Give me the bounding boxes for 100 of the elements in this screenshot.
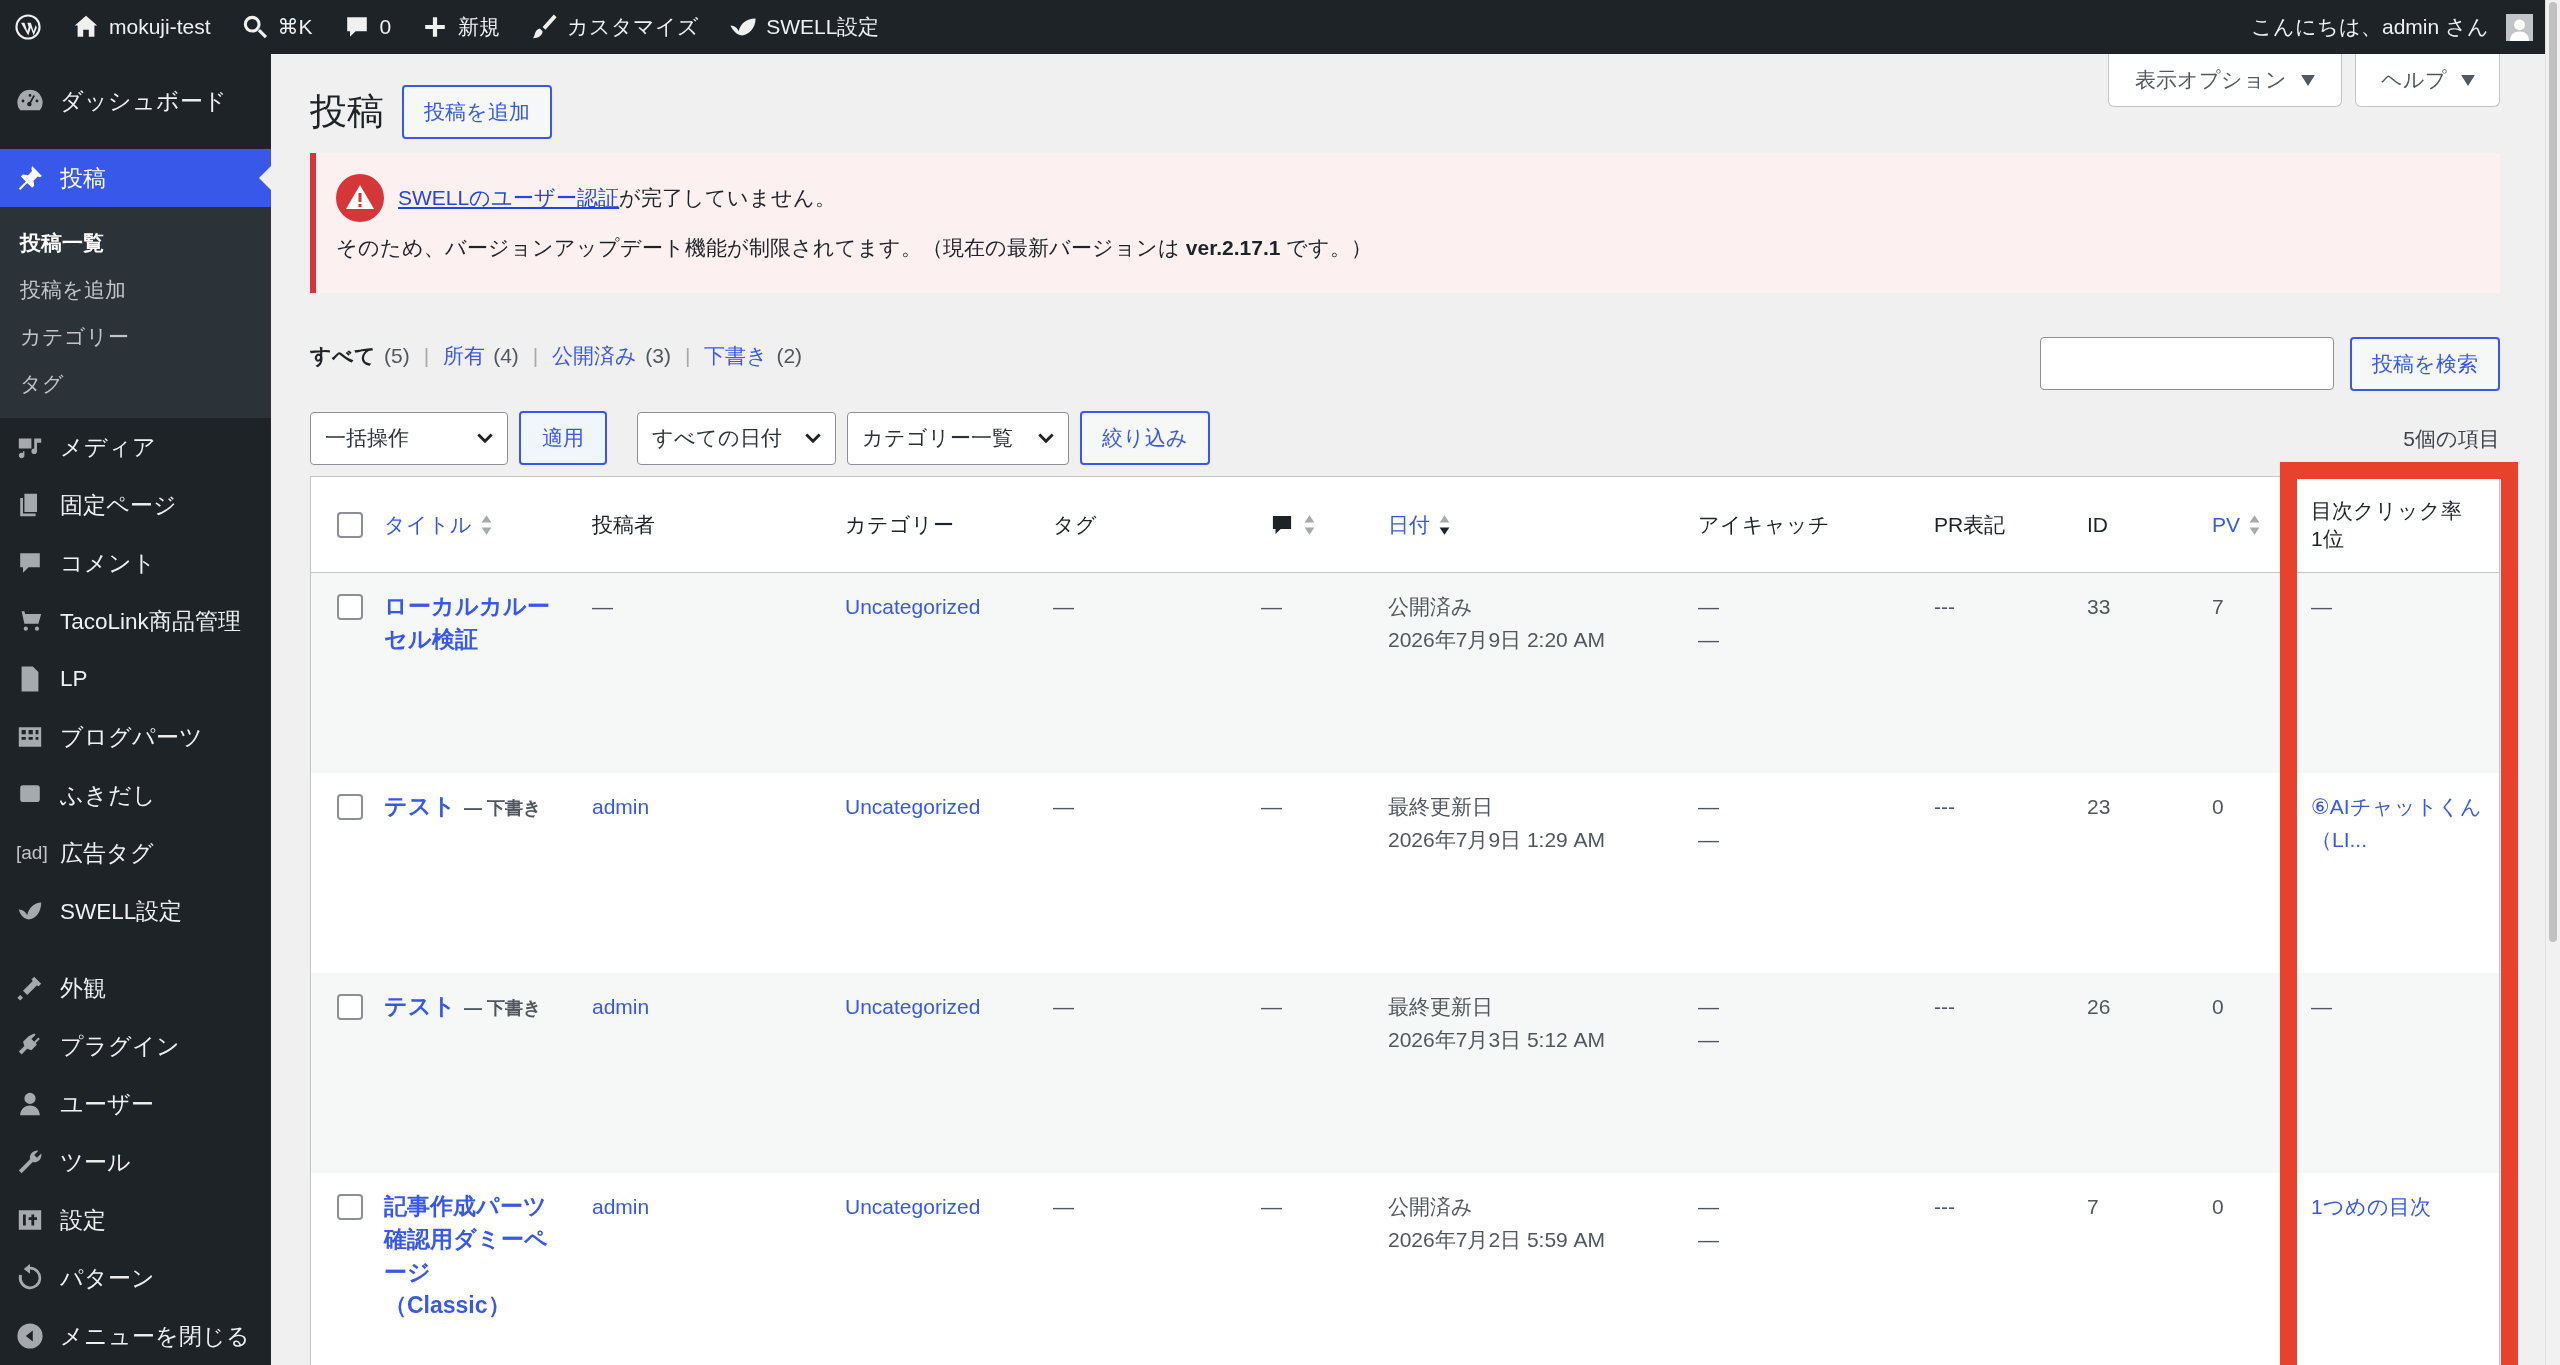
table-cell-text: — bbox=[592, 594, 613, 620]
row-checkbox[interactable] bbox=[336, 994, 363, 1020]
table-cell-text: — bbox=[1053, 594, 1074, 620]
category-link[interactable]: Uncategorized bbox=[845, 590, 981, 623]
admin-bar-link[interactable]: カスタマイズ bbox=[530, 13, 700, 41]
row-checkbox[interactable] bbox=[336, 794, 363, 820]
category-link[interactable]: Uncategorized bbox=[845, 1190, 981, 1223]
sidebar-item[interactable]: メニューを閉じる bbox=[0, 1307, 271, 1365]
warning-icon bbox=[336, 174, 384, 222]
sidebar-item[interactable]: ふきだし bbox=[0, 766, 271, 824]
category-link[interactable]: Uncategorized bbox=[845, 790, 981, 823]
table-cell-text: — bbox=[1698, 627, 1719, 653]
scrollbar[interactable] bbox=[2545, 0, 2560, 1365]
row-checkbox[interactable] bbox=[336, 1194, 363, 1220]
post-title-link[interactable]: ローカルカルーセル検証 bbox=[384, 590, 557, 656]
date-status: 公開済み bbox=[1388, 594, 1473, 620]
row-checkbox[interactable] bbox=[336, 594, 363, 620]
account-menu[interactable]: こんにちは、admin さん bbox=[2250, 13, 2533, 41]
sidebar-item[interactable]: SWELL設定 bbox=[0, 882, 271, 940]
sidebar-item[interactable]: ダッシュボード bbox=[0, 72, 271, 130]
table-cell-text: — bbox=[1698, 827, 1719, 853]
status-filter-link[interactable]: 所有 bbox=[443, 342, 486, 370]
separator-text: | bbox=[684, 344, 691, 368]
table-cell-text: — bbox=[1698, 594, 1719, 620]
sidebar-item[interactable]: 投稿 bbox=[0, 149, 271, 207]
notice-text: そのため、バージョンアップデート機能が制限されてます。（現在の最新バージョンは ver.2.17.1 です。） bbox=[336, 235, 1374, 261]
wordpress-menu[interactable] bbox=[14, 13, 42, 41]
post-title-link[interactable]: 記事作成パーツ確認用ダミーページ（Classic） bbox=[384, 1190, 557, 1322]
toc-link[interactable]: 1つめの目次 bbox=[2311, 1190, 2431, 1223]
author-link[interactable]: admin bbox=[592, 790, 650, 823]
status-filter-link[interactable]: 下書き bbox=[704, 342, 769, 370]
screen-options-button[interactable]: 表示オプション bbox=[2108, 54, 2342, 107]
brush-icon bbox=[16, 974, 44, 1002]
admin-bar-link[interactable]: SWELL設定 bbox=[729, 13, 880, 41]
wrench-icon bbox=[16, 1148, 44, 1176]
post-title-link[interactable]: テスト bbox=[384, 990, 456, 1023]
filter-button[interactable]: 絞り込み bbox=[1080, 411, 1210, 465]
category-filter-select[interactable]: カテゴリー一覧 bbox=[847, 411, 1069, 465]
post-title-link[interactable]: テスト bbox=[384, 790, 456, 823]
table-cell-text: — bbox=[1053, 794, 1074, 820]
toc-link[interactable]: ⑥AIチャットくん（LI... bbox=[2311, 790, 2484, 856]
apply-button[interactable]: 適用 bbox=[519, 411, 607, 465]
sidebar-item[interactable]: 外観 bbox=[0, 959, 271, 1017]
date-status: 最終更新日 bbox=[1388, 994, 1493, 1020]
sidebar-item[interactable]: ブログパーツ bbox=[0, 708, 271, 766]
chevron-down-icon bbox=[1038, 432, 1054, 444]
submenu-item[interactable]: タグ bbox=[0, 360, 271, 407]
ad-icon: [ad] bbox=[16, 842, 52, 864]
sort-link[interactable]: PV bbox=[2212, 512, 2240, 537]
help-button[interactable]: ヘルプ bbox=[2355, 54, 2500, 107]
admin-bar-link[interactable]: mokuji-test bbox=[72, 13, 211, 41]
avatar-icon bbox=[2506, 13, 2533, 41]
table-cell-text: 26 bbox=[2087, 994, 2111, 1020]
submenu-item[interactable]: カテゴリー bbox=[0, 313, 271, 360]
date-filter-select[interactable]: すべての日付 bbox=[637, 411, 836, 465]
category-link[interactable]: Uncategorized bbox=[845, 990, 981, 1023]
author-link[interactable]: admin bbox=[592, 990, 650, 1023]
sidebar-item[interactable]: メディア bbox=[0, 418, 271, 476]
sidebar-item[interactable]: ユーザー bbox=[0, 1075, 271, 1133]
sort-icon[interactable] bbox=[1438, 513, 1451, 536]
sort-link[interactable]: タイトル bbox=[384, 510, 472, 539]
table-cell-text: 0 bbox=[2212, 1194, 2224, 1220]
table-cell-text: --- bbox=[1934, 1194, 1955, 1220]
author-link[interactable]: admin bbox=[592, 1190, 650, 1223]
date-text: 2026年7月3日 5:12 AM bbox=[1388, 1027, 1606, 1053]
status-filter-link[interactable]: すべて bbox=[310, 342, 376, 370]
auth-link[interactable]: SWELLのユーザー認証 bbox=[398, 186, 620, 209]
add-post-button[interactable]: 投稿を追加 bbox=[402, 85, 552, 139]
status-count: (3) bbox=[645, 344, 671, 368]
search-button[interactable]: 投稿を検索 bbox=[2350, 337, 2500, 391]
select-all-checkbox[interactable] bbox=[336, 511, 363, 538]
sidebar-item[interactable]: LP bbox=[0, 650, 271, 708]
admin-bar-link[interactable]: 新規 bbox=[421, 13, 501, 41]
bulk-action-select[interactable]: 一括操作 bbox=[310, 411, 508, 465]
table-cell-text: 0 bbox=[2212, 994, 2224, 1020]
sidebar-item[interactable]: プラグイン bbox=[0, 1017, 271, 1075]
sidebar-item[interactable]: TacoLink商品管理 bbox=[0, 592, 271, 650]
date-status: 最終更新日 bbox=[1388, 794, 1493, 820]
table-cell-text: — bbox=[1698, 1227, 1719, 1253]
admin-bar-link[interactable]: ⌘K bbox=[240, 13, 313, 41]
sidebar-item[interactable]: [ad] 広告タグ bbox=[0, 824, 271, 882]
date-text: 2026年7月2日 5:59 AM bbox=[1388, 1227, 1606, 1253]
table-cell-text: --- bbox=[1934, 594, 1955, 620]
admin-bar-link[interactable]: 0 bbox=[342, 13, 392, 41]
submenu-item[interactable]: 投稿を追加 bbox=[0, 266, 271, 313]
notice-text: SWELLのユーザー認証が完了していません。 bbox=[398, 185, 837, 211]
sidebar-item[interactable]: コメント bbox=[0, 534, 271, 592]
sidebar-item[interactable]: 設定 bbox=[0, 1191, 271, 1249]
sidebar-item[interactable]: パターン bbox=[0, 1249, 271, 1307]
sort-link[interactable]: 日付 bbox=[1388, 510, 1430, 539]
submenu-item[interactable]: 投稿一覧 bbox=[0, 219, 271, 266]
date-status: 公開済み bbox=[1388, 1194, 1473, 1220]
table-cell-text: — bbox=[1053, 994, 1074, 1020]
column-header: PR表記 bbox=[1934, 511, 2006, 538]
status-filter-link[interactable]: 公開済み bbox=[552, 342, 638, 370]
post-state: — 下書き bbox=[464, 797, 541, 820]
search-field[interactable] bbox=[2040, 337, 2334, 390]
column-header: 投稿者 bbox=[592, 511, 655, 538]
sidebar-item[interactable]: 固定ページ bbox=[0, 476, 271, 534]
sidebar-item[interactable]: ツール bbox=[0, 1133, 271, 1191]
